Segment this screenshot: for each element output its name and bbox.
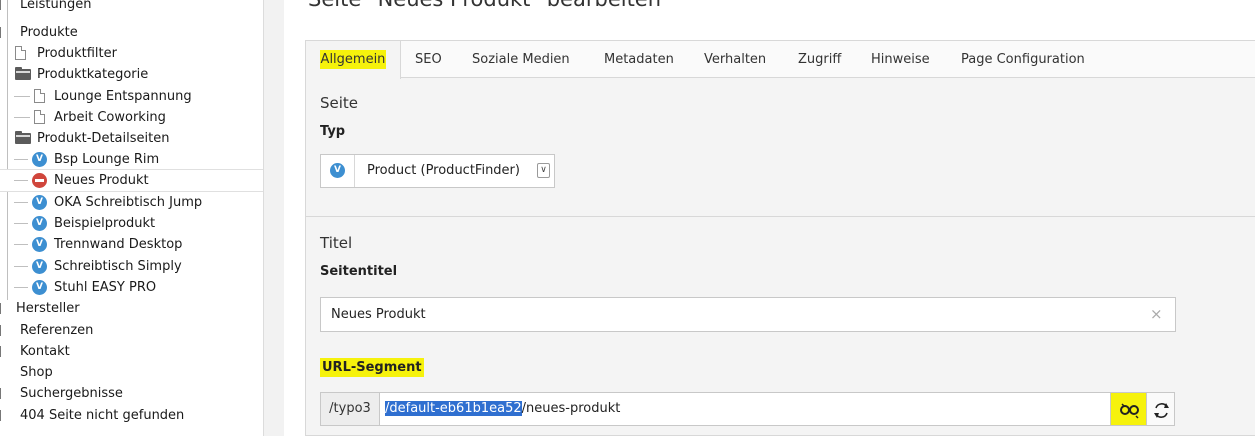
tab-bar: Allgemein SEO Soziale Medien Metadaten V… bbox=[305, 40, 1255, 79]
section-divider bbox=[306, 216, 1255, 217]
tree-item-404[interactable]: 404 Seite nicht gefunden bbox=[0, 405, 263, 426]
tree-item-stuhl-easy-pro[interactable]: V Stuhl EASY PRO bbox=[0, 277, 263, 298]
tree-item-suchergebnisse[interactable]: Suchergebnisse bbox=[0, 383, 263, 404]
toggle-slug-edit-button[interactable] bbox=[1110, 392, 1147, 426]
tab-verhalten[interactable]: Verhalten bbox=[704, 41, 766, 78]
tab-soziale-medien[interactable]: Soziale Medien bbox=[472, 41, 570, 78]
tab-hinweise[interactable]: Hinweise bbox=[871, 41, 930, 78]
tree-item-neues-produkt[interactable]: Neues Produkt bbox=[0, 169, 263, 192]
tree-item-bsp-lounge-rim[interactable]: V Bsp Lounge Rim bbox=[0, 149, 263, 170]
page-title: Seite "Neues Produkt" bearbeiten bbox=[308, 0, 661, 11]
tree-item-oka-schreibtisch-jump[interactable]: V OKA Schreibtisch Jump bbox=[0, 192, 263, 213]
section-title-titel: Titel bbox=[320, 234, 353, 252]
section-title-seite: Seite bbox=[320, 94, 359, 112]
tab-page-configuration[interactable]: Page Configuration bbox=[961, 41, 1085, 78]
tree-item-trennwand-desktop[interactable]: V Trennwand Desktop bbox=[0, 234, 263, 255]
folder-icon bbox=[15, 131, 31, 144]
tree-item-produkt-detailseiten[interactable]: Produkt-Detailseiten bbox=[0, 128, 263, 149]
url-segment-value[interactable]: /default-eb61b1ea52/neues-produkt bbox=[385, 401, 620, 416]
chevron-down-icon: ∨ bbox=[537, 163, 550, 178]
field-label-seitentitel: Seitentitel bbox=[320, 264, 398, 279]
tree-item-arbeit-coworking[interactable]: Arbeit Coworking bbox=[0, 107, 263, 128]
page-icon bbox=[34, 89, 45, 103]
recalculate-slug-button[interactable] bbox=[1146, 392, 1175, 426]
folder-icon bbox=[15, 67, 31, 80]
form-panel bbox=[305, 40, 1255, 436]
seitentitel-input[interactable] bbox=[320, 297, 1176, 332]
tab-seo[interactable]: SEO bbox=[415, 41, 442, 78]
page-icon bbox=[34, 110, 45, 124]
product-page-icon: V bbox=[32, 195, 47, 210]
doktype-select[interactable]: V Product (ProductFinder) ∨ bbox=[320, 154, 555, 188]
tree-item-produktfilter[interactable]: Produktfilter bbox=[0, 43, 263, 64]
tree-item-kontakt[interactable]: Kontakt bbox=[0, 341, 263, 362]
tree-item-produkte[interactable]: Produkte bbox=[0, 22, 263, 43]
tree-item-schreibtisch-simply[interactable]: V Schreibtisch Simply bbox=[0, 256, 263, 277]
tree-item-produktkategorie[interactable]: Produktkategorie bbox=[0, 64, 263, 85]
unlink-icon bbox=[1120, 403, 1139, 419]
field-label-url-segment: URL-Segment bbox=[320, 358, 424, 377]
product-page-icon: V bbox=[32, 259, 47, 274]
tree-item-shop[interactable]: Shop bbox=[0, 362, 263, 383]
tree-item-lounge-entspannung[interactable]: Lounge Entspannung bbox=[0, 86, 263, 107]
product-page-icon: V bbox=[32, 237, 47, 252]
product-page-icon: V bbox=[32, 216, 47, 231]
field-label-typ: Typ bbox=[320, 124, 346, 139]
product-page-icon: V bbox=[330, 163, 345, 178]
clear-icon[interactable]: × bbox=[1150, 305, 1163, 323]
tab-zugriff[interactable]: Zugriff bbox=[798, 41, 841, 78]
tree-resize-handle[interactable] bbox=[263, 0, 284, 436]
tree-item-beispielprodukt[interactable]: V Beispielprodukt bbox=[0, 213, 263, 234]
tree-item-referenzen[interactable]: Referenzen bbox=[0, 320, 263, 341]
product-page-icon: V bbox=[32, 152, 47, 167]
tree-item-hersteller[interactable]: Hersteller bbox=[0, 298, 263, 319]
hidden-page-icon bbox=[32, 173, 47, 188]
tab-allgemein[interactable]: Allgemein bbox=[306, 41, 401, 79]
url-prefix: /typo3 bbox=[321, 393, 380, 425]
tab-metadaten[interactable]: Metadaten bbox=[604, 41, 674, 78]
page-tree: Leistungen Produkte Produktfilter Produk… bbox=[0, 0, 263, 436]
product-page-icon: V bbox=[32, 280, 47, 295]
url-segment-field[interactable]: /typo3 /default-eb61b1ea52/neues-produkt bbox=[320, 392, 1175, 426]
tree-item-leistungen[interactable]: Leistungen bbox=[0, 0, 263, 15]
refresh-icon bbox=[1154, 403, 1169, 418]
page-icon bbox=[15, 46, 26, 60]
